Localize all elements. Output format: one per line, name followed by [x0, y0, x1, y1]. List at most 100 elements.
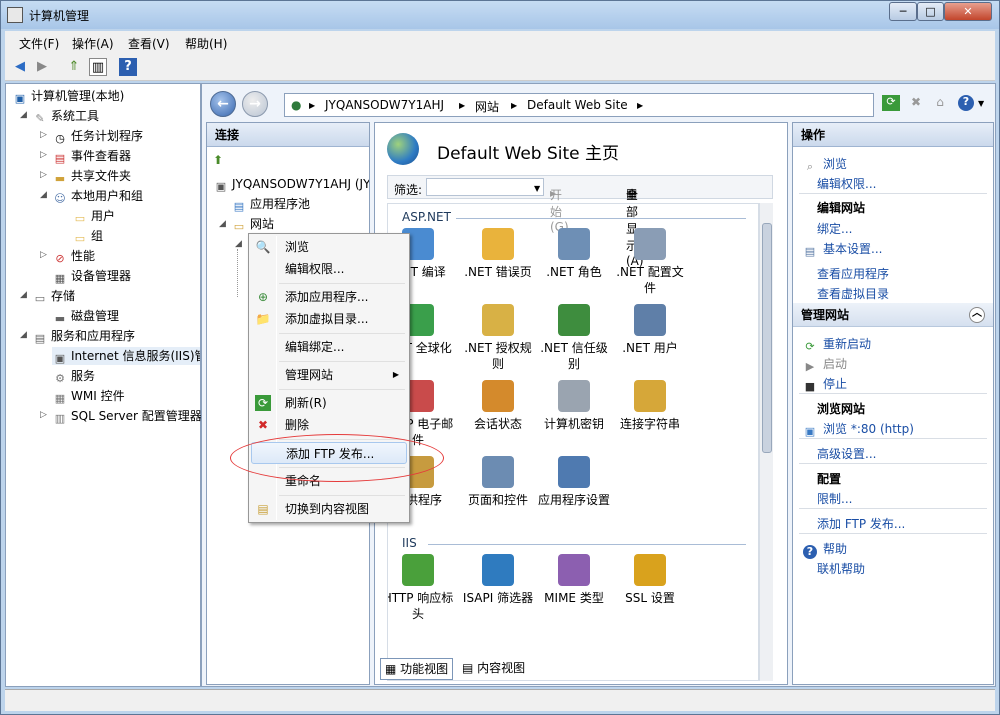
tree-item-task-scheduler[interactable]: ◷ 任务计划程序	[52, 127, 143, 145]
minimize-button[interactable]: ─	[889, 2, 917, 21]
feature-app-settings[interactable]: 应用程序设置	[536, 456, 612, 508]
ctx-delete[interactable]: ✖ 删除	[251, 414, 407, 436]
feature-connection-strings[interactable]: 连接字符串	[612, 380, 688, 432]
feature-net-error-pages[interactable]: .NET 错误页	[460, 228, 536, 280]
expand-arrow-icon[interactable]: ◢	[219, 219, 226, 229]
conn-app-pools[interactable]: ▤ 应用程序池	[231, 195, 310, 213]
expand-arrow-icon[interactable]: ◢	[20, 330, 27, 340]
address-sites[interactable]: 网站	[475, 98, 499, 115]
tree-item-device-manager[interactable]: ▦ 设备管理器	[52, 267, 131, 285]
action-add-ftp-publishing[interactable]: 添加 FTP 发布...	[817, 515, 905, 532]
action-online-help[interactable]: 联机帮助	[817, 560, 865, 577]
back-icon[interactable]: ◀	[11, 58, 29, 76]
tree-item-sql-server-config[interactable]: ▥ SQL Server 配置管理器	[52, 407, 202, 425]
features-scrollbar[interactable]	[759, 203, 773, 681]
scrollbar-thumb[interactable]	[762, 223, 772, 453]
menu-help[interactable]: 帮助(H)	[185, 35, 227, 52]
tree-item-wmi-control[interactable]: ▦ WMI 控件	[52, 387, 125, 405]
feature-net-roles[interactable]: .NET 角色	[536, 228, 612, 280]
tree-item-shared-folders[interactable]: ▬ 共享文件夹	[52, 167, 131, 185]
ctx-manage-website[interactable]: 管理网站 ▶	[251, 364, 407, 386]
feature-ssl-settings[interactable]: SSL 设置	[612, 554, 688, 606]
action-start[interactable]: ▶ 启动	[803, 355, 847, 374]
collapse-arrow-icon[interactable]: ▷	[40, 150, 47, 160]
ctx-refresh[interactable]: ⟳ 刷新(R)	[251, 392, 407, 414]
console-tree-icon[interactable]: ▥	[89, 58, 107, 76]
address-server[interactable]: JYQANSODW7Y1AHJ	[325, 98, 444, 112]
action-browse-port-80[interactable]: ▣ 浏览 *:80 (http)	[803, 420, 914, 439]
ctx-switch-content-view[interactable]: ▤ 切换到内容视图	[251, 498, 407, 520]
ctx-edit-bindings[interactable]: 编辑绑定...	[251, 336, 407, 358]
action-edit-permissions[interactable]: 编辑权限...	[817, 175, 876, 192]
ctx-browse[interactable]: 🔍 浏览	[251, 236, 407, 258]
nav-forward-button[interactable]: →	[242, 91, 268, 117]
tree-item-disk-management[interactable]: ▬ 磁盘管理	[52, 307, 119, 325]
menu-view[interactable]: 查看(V)	[128, 35, 170, 52]
address-default-site[interactable]: Default Web Site	[527, 98, 628, 112]
tree-item-iis-manager[interactable]: ▣ Internet 信息服务(IIS)管	[52, 347, 200, 365]
dropdown-arrow-icon[interactable]: ▼	[978, 99, 984, 108]
collapse-arrow-icon[interactable]: ▷	[40, 410, 47, 420]
tree-item-performance[interactable]: ⊘ 性能	[52, 247, 95, 265]
action-stop[interactable]: ■ 停止	[803, 375, 847, 394]
action-advanced-settings[interactable]: 高级设置...	[817, 445, 876, 462]
ctx-edit-permissions[interactable]: 编辑权限...	[251, 258, 407, 280]
help-icon[interactable]: ?	[958, 95, 974, 111]
expand-arrow-icon[interactable]: ◢	[235, 239, 242, 249]
feature-machine-key[interactable]: 计算机密钥	[536, 380, 612, 432]
action-view-applications[interactable]: 查看应用程序	[817, 265, 889, 282]
action-limits[interactable]: 限制...	[817, 490, 852, 507]
conn-sites[interactable]: ▭ 网站	[231, 215, 274, 233]
action-help[interactable]: ? 帮助	[803, 540, 847, 559]
expand-arrow-icon[interactable]: ◢	[20, 290, 27, 300]
feature-net-authorization-rules[interactable]: .NET 授权规则	[460, 304, 536, 372]
menu-file[interactable]: 文件(F)	[19, 35, 59, 52]
action-view-virtual-dirs[interactable]: 查看虚拟目录	[817, 285, 889, 302]
action-basic-settings[interactable]: ▤ 基本设置...	[803, 240, 883, 259]
feature-net-trust-levels[interactable]: .NET 信任级别	[536, 304, 612, 372]
tab-content-view[interactable]: ▤ 内容视图	[458, 658, 529, 680]
up-folder-icon[interactable]: ⇑	[65, 58, 83, 76]
feature-net-profile[interactable]: .NET 配置文件	[612, 228, 688, 296]
action-restart[interactable]: ⟳ 重新启动	[803, 335, 871, 354]
feature-pages-controls[interactable]: 页面和控件	[460, 456, 536, 508]
close-button[interactable]: ✕	[944, 2, 992, 21]
tree-item-services[interactable]: ⚙ 服务	[52, 367, 95, 385]
feature-mime-types[interactable]: MIME 类型	[536, 554, 612, 606]
filter-dropdown-icon[interactable]: ▼	[534, 184, 540, 193]
collapse-chevron-icon[interactable]: ︿	[969, 307, 985, 323]
tree-item-users[interactable]: ▭ 用户	[72, 207, 115, 225]
expand-arrow-icon[interactable]: ◢	[20, 110, 27, 120]
tree-item-computer-management[interactable]: ▣ 计算机管理(本地)	[12, 87, 125, 105]
home-icon[interactable]: ⌂	[932, 95, 948, 111]
menu-action[interactable]: 操作(A)	[72, 35, 114, 52]
refresh-icon[interactable]: ⟳	[882, 95, 900, 111]
tree-item-system-tools[interactable]: ✎ 系统工具	[32, 107, 99, 125]
feature-http-response-headers[interactable]: HTTP 响应标头	[388, 554, 456, 622]
tree-item-storage[interactable]: ▭ 存储	[32, 287, 75, 305]
nav-back-button[interactable]: ←	[210, 91, 236, 117]
ctx-add-application[interactable]: ⊕ 添加应用程序...	[251, 286, 407, 308]
feature-net-users[interactable]: .NET 用户	[612, 304, 688, 356]
help-icon[interactable]: ?	[119, 58, 137, 76]
conn-server[interactable]: ▣ JYQANSODW7Y1AHJ (JY	[213, 175, 369, 193]
feature-isapi-filters[interactable]: ISAPI 筛选器	[460, 554, 536, 606]
address-path[interactable]: ● ▶ JYQANSODW7Y1AHJ ▶ 网站 ▶ Default Web S…	[284, 93, 874, 117]
tree-item-local-users-groups[interactable]: ☺ 本地用户和组	[52, 187, 143, 205]
tree-item-services-apps[interactable]: ▤ 服务和应用程序	[32, 327, 135, 345]
feature-session-state[interactable]: 会话状态	[460, 380, 536, 432]
collapse-arrow-icon[interactable]: ▷	[40, 130, 47, 140]
expand-arrow-icon[interactable]: ◢	[40, 190, 47, 200]
action-browse[interactable]: ⌕ 浏览	[803, 155, 847, 174]
ctx-add-virtual-directory[interactable]: 📁 添加虚拟目录...	[251, 308, 407, 330]
tree-item-groups[interactable]: ▭ 组	[72, 227, 103, 245]
action-bindings[interactable]: 绑定...	[817, 220, 852, 237]
tab-features-view[interactable]: ▦ 功能视图	[380, 658, 454, 680]
tree-item-event-viewer[interactable]: ▤ 事件查看器	[52, 147, 131, 165]
collapse-arrow-icon[interactable]: ▷	[40, 170, 47, 180]
new-connection-icon[interactable]: ⬆	[213, 153, 223, 167]
stop-icon[interactable]: ✖	[908, 95, 924, 111]
filter-input[interactable]	[426, 178, 544, 196]
maximize-button[interactable]: □	[917, 2, 944, 21]
forward-icon[interactable]: ▶	[33, 58, 51, 76]
